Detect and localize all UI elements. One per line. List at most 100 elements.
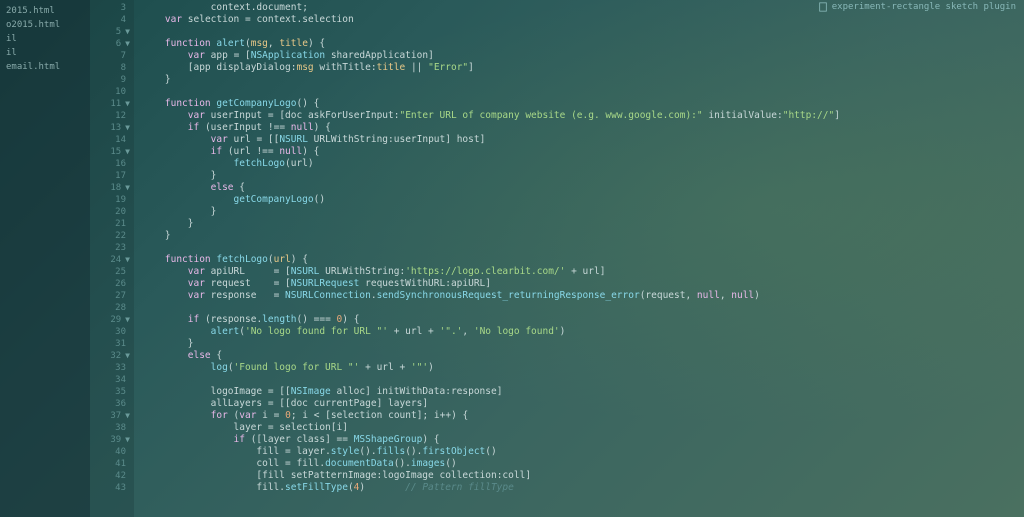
code-line[interactable]: alert('No logo found for URL "' + url + … bbox=[142, 326, 1024, 338]
fold-arrow-icon[interactable]: ▼ bbox=[125, 410, 130, 422]
code-line[interactable]: function getCompanyLogo() { bbox=[142, 98, 1024, 110]
gutter-line[interactable]: 23 bbox=[90, 242, 130, 254]
gutter-line[interactable]: 38 bbox=[90, 422, 130, 434]
code-line[interactable]: var request = [NSURLRequest requestWithU… bbox=[142, 278, 1024, 290]
gutter-line[interactable]: 34 bbox=[90, 374, 130, 386]
gutter-line[interactable]: 25 bbox=[90, 266, 130, 278]
gutter-line[interactable]: 5▼ bbox=[90, 26, 130, 38]
code-line[interactable]: var url = [[NSURL URLWithString:userInpu… bbox=[142, 134, 1024, 146]
code-line[interactable]: } bbox=[142, 218, 1024, 230]
line-gutter[interactable]: 345▼6▼7891011▼1213▼1415▼161718▼192021222… bbox=[90, 0, 134, 517]
gutter-line[interactable]: 11▼ bbox=[90, 98, 130, 110]
code-line[interactable]: var selection = context.selection bbox=[142, 14, 1024, 26]
code-line[interactable] bbox=[142, 302, 1024, 314]
code-line[interactable]: for (var i = 0; i < [selection count]; i… bbox=[142, 410, 1024, 422]
gutter-line[interactable]: 31 bbox=[90, 338, 130, 350]
sidebar-file[interactable]: 2015.html bbox=[6, 4, 84, 18]
code-line[interactable]: context.document; bbox=[142, 2, 1024, 14]
code-line[interactable]: } bbox=[142, 170, 1024, 182]
code-line[interactable]: function alert(msg, title) { bbox=[142, 38, 1024, 50]
gutter-line[interactable]: 19 bbox=[90, 194, 130, 206]
gutter-line[interactable]: 43 bbox=[90, 482, 130, 494]
file-sidebar[interactable]: 2015.html o2015.html il il email.html bbox=[0, 0, 90, 517]
code-line[interactable]: layer = selection[i] bbox=[142, 422, 1024, 434]
code-line[interactable]: var userInput = [doc askForUserInput:"En… bbox=[142, 110, 1024, 122]
gutter-line[interactable]: 22 bbox=[90, 230, 130, 242]
gutter-line[interactable]: 20 bbox=[90, 206, 130, 218]
gutter-line[interactable]: 29▼ bbox=[90, 314, 130, 326]
sidebar-file[interactable]: il bbox=[6, 46, 84, 60]
code-line[interactable]: [fill setPatternImage:logoImage collecti… bbox=[142, 470, 1024, 482]
fold-arrow-icon[interactable]: ▼ bbox=[125, 98, 130, 110]
code-line[interactable] bbox=[142, 242, 1024, 254]
fold-arrow-icon[interactable]: ▼ bbox=[125, 254, 130, 266]
sidebar-file[interactable]: email.html bbox=[6, 60, 84, 74]
code-line[interactable]: getCompanyLogo() bbox=[142, 194, 1024, 206]
code-line[interactable]: if (userInput !== null) { bbox=[142, 122, 1024, 134]
code-line[interactable]: fetchLogo(url) bbox=[142, 158, 1024, 170]
code-line[interactable] bbox=[142, 86, 1024, 98]
gutter-line[interactable]: 41 bbox=[90, 458, 130, 470]
gutter-line[interactable]: 24▼ bbox=[90, 254, 130, 266]
code-line[interactable] bbox=[142, 26, 1024, 38]
fold-arrow-icon[interactable]: ▼ bbox=[125, 314, 130, 326]
code-line[interactable]: coll = fill.documentData().images() bbox=[142, 458, 1024, 470]
gutter-line[interactable]: 7 bbox=[90, 50, 130, 62]
code-line[interactable]: if (response.length() === 0) { bbox=[142, 314, 1024, 326]
code-line[interactable]: else { bbox=[142, 182, 1024, 194]
code-line[interactable]: } bbox=[142, 230, 1024, 242]
code-line[interactable] bbox=[142, 374, 1024, 386]
code-line[interactable]: fill = layer.style().fills().firstObject… bbox=[142, 446, 1024, 458]
fold-arrow-icon[interactable]: ▼ bbox=[125, 146, 130, 158]
gutter-line[interactable]: 13▼ bbox=[90, 122, 130, 134]
code-line[interactable]: var response = NSURLConnection.sendSynch… bbox=[142, 290, 1024, 302]
gutter-line[interactable]: 40 bbox=[90, 446, 130, 458]
code-line[interactable]: if (url !== null) { bbox=[142, 146, 1024, 158]
code-editor[interactable]: 345▼6▼7891011▼1213▼1415▼161718▼192021222… bbox=[90, 0, 1024, 517]
sidebar-file[interactable]: o2015.html bbox=[6, 18, 84, 32]
gutter-line[interactable]: 42 bbox=[90, 470, 130, 482]
gutter-line[interactable]: 39▼ bbox=[90, 434, 130, 446]
code-area[interactable]: context.document; var selection = contex… bbox=[134, 0, 1024, 517]
gutter-line[interactable]: 12 bbox=[90, 110, 130, 122]
gutter-line[interactable]: 6▼ bbox=[90, 38, 130, 50]
gutter-line[interactable]: 30 bbox=[90, 326, 130, 338]
code-line[interactable]: allLayers = [[doc currentPage] layers] bbox=[142, 398, 1024, 410]
code-line[interactable]: [app displayDialog:msg withTitle:title |… bbox=[142, 62, 1024, 74]
gutter-line[interactable]: 15▼ bbox=[90, 146, 130, 158]
gutter-line[interactable]: 16 bbox=[90, 158, 130, 170]
sidebar-file[interactable]: il bbox=[6, 32, 84, 46]
code-line[interactable]: if ([layer class] == MSShapeGroup) { bbox=[142, 434, 1024, 446]
gutter-line[interactable]: 4 bbox=[90, 14, 130, 26]
gutter-line[interactable]: 37▼ bbox=[90, 410, 130, 422]
gutter-line[interactable]: 10 bbox=[90, 86, 130, 98]
gutter-line[interactable]: 32▼ bbox=[90, 350, 130, 362]
gutter-line[interactable]: 33 bbox=[90, 362, 130, 374]
gutter-line[interactable]: 17 bbox=[90, 170, 130, 182]
gutter-line[interactable]: 18▼ bbox=[90, 182, 130, 194]
fold-arrow-icon[interactable]: ▼ bbox=[125, 434, 130, 446]
code-line[interactable]: } bbox=[142, 338, 1024, 350]
gutter-line[interactable]: 26 bbox=[90, 278, 130, 290]
code-line[interactable]: log('Found logo for URL "' + url + '"') bbox=[142, 362, 1024, 374]
fold-arrow-icon[interactable]: ▼ bbox=[125, 350, 130, 362]
gutter-line[interactable]: 9 bbox=[90, 74, 130, 86]
code-line[interactable]: var app = [NSApplication sharedApplicati… bbox=[142, 50, 1024, 62]
gutter-line[interactable]: 28 bbox=[90, 302, 130, 314]
code-line[interactable]: else { bbox=[142, 350, 1024, 362]
fold-arrow-icon[interactable]: ▼ bbox=[125, 38, 130, 50]
code-line[interactable]: fill.setFillType(4) // Pattern fillType bbox=[142, 482, 1024, 494]
gutter-line[interactable]: 36 bbox=[90, 398, 130, 410]
fold-arrow-icon[interactable]: ▼ bbox=[125, 122, 130, 134]
gutter-line[interactable]: 14 bbox=[90, 134, 130, 146]
fold-arrow-icon[interactable]: ▼ bbox=[125, 182, 130, 194]
gutter-line[interactable]: 27 bbox=[90, 290, 130, 302]
code-line[interactable]: } bbox=[142, 74, 1024, 86]
code-line[interactable]: } bbox=[142, 206, 1024, 218]
code-line[interactable]: var apiURL = [NSURL URLWithString:'https… bbox=[142, 266, 1024, 278]
gutter-line[interactable]: 35 bbox=[90, 386, 130, 398]
fold-arrow-icon[interactable]: ▼ bbox=[125, 26, 130, 38]
code-line[interactable]: function fetchLogo(url) { bbox=[142, 254, 1024, 266]
gutter-line[interactable]: 21 bbox=[90, 218, 130, 230]
code-line[interactable]: logoImage = [[NSImage alloc] initWithDat… bbox=[142, 386, 1024, 398]
